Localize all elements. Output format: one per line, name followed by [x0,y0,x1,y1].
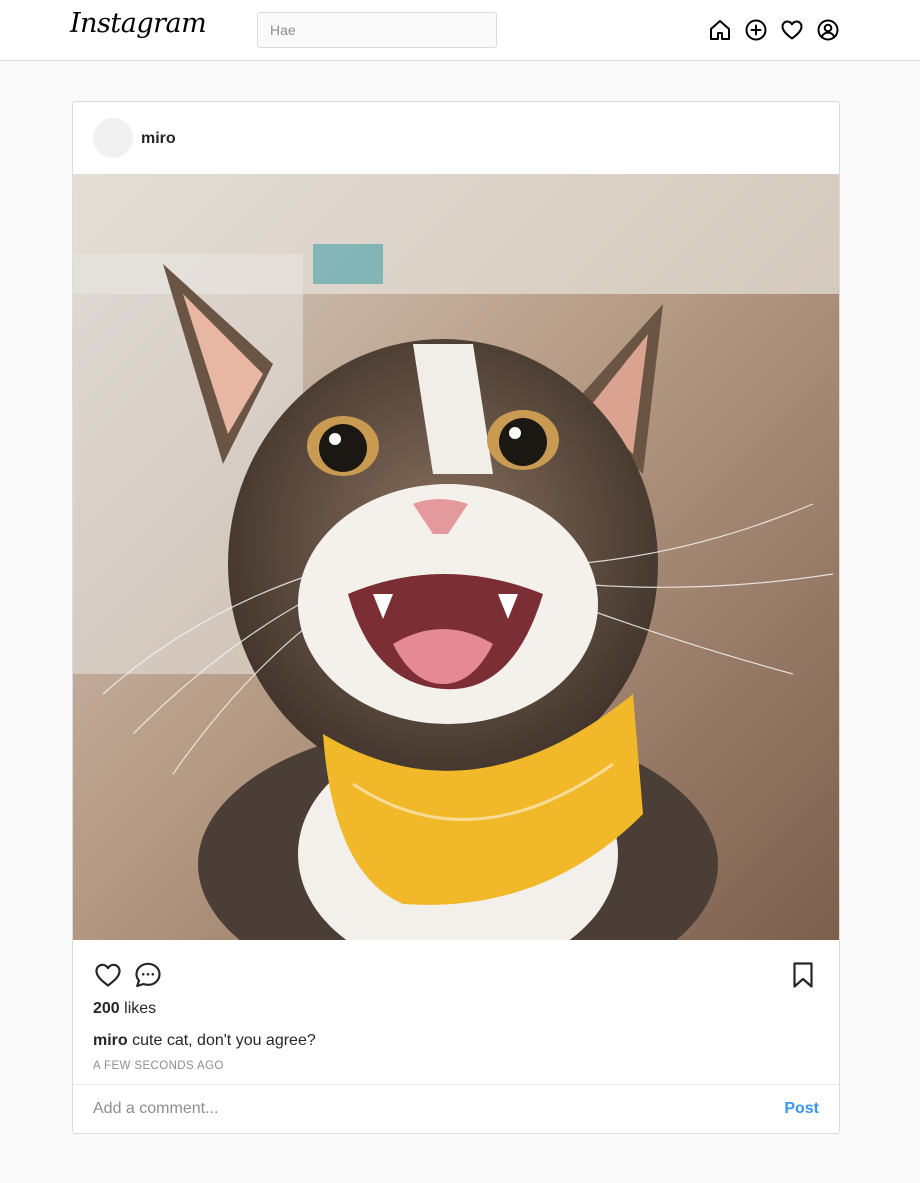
caption-text: cute cat, don't you agree? [132,1032,316,1049]
add-post-icon[interactable] [744,18,768,42]
home-icon[interactable] [708,18,732,42]
like-heart-icon[interactable] [93,960,123,990]
post-comment-button[interactable]: Post [784,1100,819,1118]
post-card: miro 200 likes miro cute cat, don't you … [72,101,840,1134]
cat-photo [73,174,839,940]
post-header: miro [73,102,839,174]
avatar[interactable] [93,118,133,158]
likes-number: 200 [93,1000,120,1017]
search-input[interactable] [257,12,497,48]
caption-username[interactable]: miro [93,1032,128,1049]
comment-input[interactable] [93,1093,743,1125]
bookmark-icon[interactable] [788,960,818,990]
likes-label: likes [124,1000,157,1017]
post-caption: miro cute cat, don't you agree? [93,1032,316,1050]
profile-icon[interactable] [816,18,840,42]
post-timestamp: A FEW SECONDS AGO [93,1060,224,1072]
post-photo[interactable] [73,174,839,940]
activity-heart-icon[interactable] [780,18,804,42]
instagram-logo[interactable]: Instagram [70,8,207,39]
comment-icon[interactable] [133,960,163,990]
comment-bar: Post [73,1084,839,1133]
post-username[interactable]: miro [141,130,176,148]
post-actions [73,940,839,1000]
top-navigation-bar: Instagram [0,0,920,61]
likes-count[interactable]: 200 likes [93,1000,156,1018]
